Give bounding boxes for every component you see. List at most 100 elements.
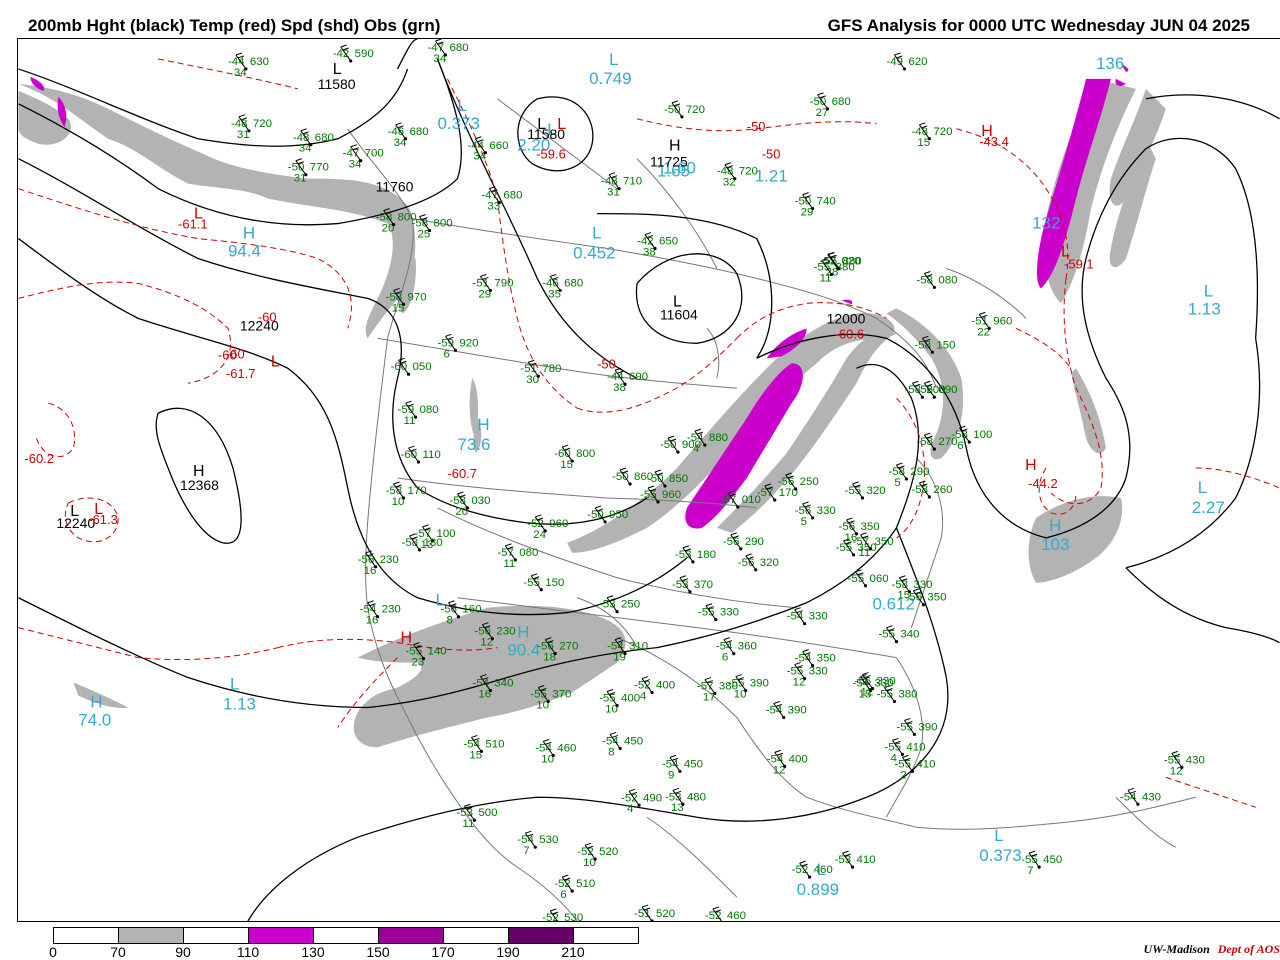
obs-dewpoint: 7	[1027, 865, 1033, 877]
obs-height: 790	[494, 277, 513, 289]
temperature-label: -60.6	[835, 326, 865, 341]
obs-temperature: -54	[787, 611, 804, 623]
speed-value-label: 0.373	[979, 846, 1021, 865]
obs-dewpoint: 11	[404, 415, 416, 427]
obs-temperature: -60	[401, 449, 418, 461]
station-ob: -56 250	[778, 472, 819, 491]
colorbar-bin	[248, 927, 314, 944]
obs-temperature: -50	[612, 471, 629, 483]
obs-height: 630	[250, 56, 269, 68]
obs-temperature: -55	[845, 485, 862, 497]
obs-height: 110	[423, 449, 441, 461]
speed-value-label: 103	[1041, 535, 1069, 554]
obs-height: 460	[814, 864, 833, 876]
station-ob: -50 900	[660, 435, 701, 454]
station-ob: -59 08011	[398, 400, 439, 427]
station-ob: -51 79029	[472, 273, 513, 300]
station-ob: -52 4004	[634, 676, 675, 703]
obs-temperature: -55	[876, 689, 893, 701]
obs-height: 080	[420, 404, 439, 416]
station-ob: -54 4508	[602, 731, 643, 758]
colorbar-bin	[183, 927, 249, 944]
station-ob: -47 68034	[428, 39, 469, 65]
station-ob: -58 03020	[449, 491, 491, 518]
credit-footer: UW-Madison Dept of AOS	[1144, 942, 1280, 957]
obs-height: 390	[918, 721, 937, 733]
obs-temperature: -58	[911, 484, 928, 496]
obs-dewpoint: 4	[640, 691, 647, 703]
height-label: 11760	[376, 179, 414, 195]
speed-value-label: 1.13	[223, 694, 256, 713]
speed-value-label: 1.21	[755, 167, 788, 186]
obs-dewpoint: 5	[801, 516, 807, 528]
station-ob: -44 69038	[607, 367, 648, 394]
station-ob: -50 720	[664, 100, 705, 119]
obs-height: 680	[315, 132, 334, 144]
obs-height: 740	[817, 196, 836, 208]
station-ob: -58 080	[916, 270, 957, 290]
obs-height: 350	[927, 592, 946, 604]
obs-height: 360	[738, 641, 757, 653]
obs-temperature: -54	[766, 704, 783, 716]
station-ob: -58 1006	[951, 425, 992, 452]
obs-height: 400	[789, 753, 808, 765]
obs-height: 330	[817, 505, 836, 517]
height-center-letter: L	[333, 61, 342, 78]
obs-height: 800	[433, 218, 452, 230]
obs-height: 400	[656, 680, 675, 692]
obs-temperature: -55	[523, 577, 540, 589]
obs-temperature: -56	[905, 592, 922, 604]
speed-center-letter: H	[477, 415, 489, 434]
station-ob: -58 80025	[412, 214, 453, 241]
obs-height: 970	[408, 291, 427, 303]
obs-height: 370	[552, 689, 571, 701]
obs-height: 720	[253, 118, 272, 130]
map-title: 200mb Hght (black) Temp (red) Spd (shd) …	[28, 16, 441, 35]
height-label: 12000	[827, 310, 866, 326]
station-ob: -54 430	[1120, 787, 1161, 806]
temperature-label: -60.2	[24, 451, 54, 466]
obs-height: 140	[428, 646, 447, 658]
obs-temperature: -56	[723, 536, 740, 548]
speed-center-letter: L	[230, 675, 239, 694]
station-ob: -52 5106	[554, 874, 595, 901]
station-ob: -55 340	[878, 625, 920, 644]
speed-value-label: 73.6	[457, 435, 490, 454]
obs-height: 390	[750, 678, 769, 690]
obs-height: 450	[624, 735, 643, 747]
speed-value-label: 0.373	[437, 114, 479, 133]
obs-temperature: -55	[848, 573, 865, 585]
station-ob: -47 68033	[481, 186, 522, 213]
obs-height: 380	[898, 689, 917, 701]
obs-dewpoint: 8	[711, 921, 717, 922]
obs-height: 150	[545, 577, 564, 589]
obs-height: 950	[609, 509, 628, 521]
temperature-label: -60.7	[447, 466, 477, 481]
colorbar-bin	[378, 927, 444, 944]
obs-height: 460	[727, 910, 746, 922]
station-ob: -52 96024	[527, 514, 568, 541]
station-ob: -44 63034	[228, 52, 269, 79]
colorbar-tick-label: 70	[110, 944, 126, 960]
temperature-label: -50	[747, 119, 766, 134]
analysis-time: GFS Analysis for 0000 UTC Wednesday JUN …	[827, 16, 1250, 35]
obs-height: 590	[355, 48, 374, 60]
height-center-letter: L	[70, 503, 79, 520]
speed-value-label: 136	[1096, 54, 1124, 73]
obs-height: 530	[539, 834, 558, 846]
station-ob: -55 33012	[787, 662, 828, 689]
obs-height: 340	[900, 629, 919, 641]
height-center-letter: L	[537, 116, 546, 133]
obs-height: 060	[870, 573, 889, 585]
station-ob: -51 520	[634, 904, 675, 921]
obs-height: 270	[559, 641, 578, 653]
colorbar-tick-label: 130	[301, 944, 325, 960]
obs-temperature: -56	[916, 384, 933, 396]
obs-height: 700	[365, 148, 384, 160]
speed-value-label: 2.27	[1192, 498, 1225, 517]
obs-dewpoint: 8	[446, 615, 452, 627]
obs-height: 100	[973, 429, 992, 441]
speed-value-label: 132	[1032, 214, 1060, 233]
speed-center-letter: H	[1049, 516, 1061, 535]
station-ob: -52 4904	[621, 788, 662, 815]
